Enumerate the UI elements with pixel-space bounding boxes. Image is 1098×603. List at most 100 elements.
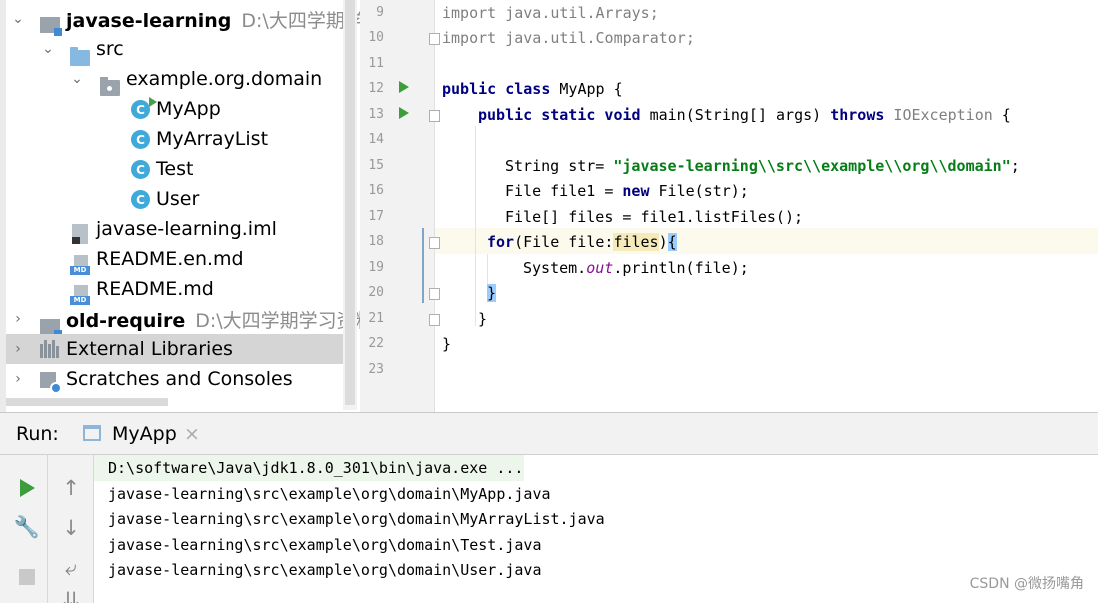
- soft-wrap-button[interactable]: ⤶: [56, 553, 86, 583]
- console-line: javase-learning\src\example\org\domain\T…: [108, 536, 542, 554]
- chevron-right-icon[interactable]: ›: [11, 371, 25, 387]
- down-button[interactable]: ↓: [56, 513, 86, 543]
- vertical-scrollbar[interactable]: [343, 0, 357, 410]
- module-name: old-require: [66, 309, 186, 332]
- line-number: 18: [368, 234, 384, 249]
- chevron-down-icon[interactable]: ⌄: [70, 71, 84, 87]
- class-icon: C: [131, 130, 150, 149]
- play-icon: [19, 479, 35, 497]
- fold-marker-icon[interactable]: [429, 110, 440, 122]
- scrollbar-thumb[interactable]: [345, 0, 355, 405]
- run-tool-window: Run: MyApp × 🔧 ↑ ↓ ⤶ ⇊ D:\software\Java\…: [0, 412, 1098, 603]
- tree-item-myarraylist[interactable]: C MyArrayList: [6, 124, 357, 154]
- module-folder-icon: [40, 319, 62, 338]
- tree-item-label: MyApp: [156, 98, 221, 120]
- chevron-down-icon[interactable]: ⌄: [41, 41, 55, 57]
- console-line: javase-learning\src\example\org\domain\M…: [108, 485, 551, 503]
- code-line: }: [487, 284, 497, 302]
- run-header: Run: MyApp ×: [0, 413, 1098, 455]
- run-class-gutter-icon[interactable]: [399, 81, 409, 93]
- run-toolbar-primary: 🔧: [0, 455, 48, 603]
- arrow-up-icon: ↑: [62, 476, 80, 500]
- libraries-icon: [40, 340, 60, 358]
- close-icon[interactable]: ×: [184, 423, 200, 445]
- fold-marker-icon[interactable]: [429, 33, 440, 45]
- wrench-icon: 🔧: [13, 514, 41, 539]
- code-line: }: [478, 310, 488, 328]
- up-button[interactable]: ↑: [56, 473, 86, 503]
- code-line: File[] files = file1.listFiles();: [505, 208, 804, 226]
- run-tab-label: MyApp: [112, 423, 177, 445]
- console-icon: [83, 425, 101, 441]
- chevron-right-icon[interactable]: ›: [11, 341, 25, 357]
- line-number: 16: [368, 183, 384, 198]
- tree-item-label: javase-learning.iml: [96, 218, 277, 240]
- chevron-right-icon[interactable]: ›: [11, 311, 25, 327]
- line-number: 15: [368, 158, 384, 173]
- settings-button[interactable]: 🔧: [12, 512, 42, 542]
- tree-item-src[interactable]: ⌄ src: [6, 34, 357, 66]
- tree-item-test[interactable]: C Test: [6, 154, 357, 184]
- line-number: 13: [368, 107, 384, 122]
- run-tab-myapp[interactable]: MyApp ×: [66, 413, 214, 455]
- tree-item-javase-learning[interactable]: ⌄ javase-learningD:\大四学期学习资: [6, 4, 360, 36]
- tree-item-label: Test: [156, 158, 194, 180]
- code-editor[interactable]: 9 10 11 12 13 14 15 16 17 18 19 20 21 22…: [360, 0, 1098, 412]
- fold-marker-icon[interactable]: [429, 288, 440, 300]
- line-number: 10: [368, 30, 384, 45]
- tree-item-scratches[interactable]: › Scratches and Consoles: [6, 364, 357, 394]
- scroll-to-end-button[interactable]: ⇊: [56, 585, 86, 603]
- tree-item-label: Scratches and Consoles: [66, 368, 293, 390]
- run-main-gutter-icon[interactable]: [399, 107, 409, 119]
- caret-line-highlight: [360, 228, 1098, 254]
- line-number: 11: [368, 56, 384, 71]
- tree-item-readme-en[interactable]: MD README.en.md: [6, 244, 357, 275]
- rerun-button[interactable]: [12, 473, 42, 503]
- code-line: for(File file:files){: [487, 233, 677, 251]
- tree-item-label: example.org.domain: [126, 68, 323, 90]
- tree-item-label: External Libraries: [66, 338, 233, 360]
- fold-marker-icon[interactable]: [429, 237, 440, 249]
- horizontal-scrollbar[interactable]: [6, 398, 168, 406]
- run-title: Run:: [16, 423, 59, 445]
- run-toolbar-secondary: ↑ ↓ ⤶ ⇊: [48, 455, 94, 603]
- tree-item-package[interactable]: ⌄ example.org.domain: [6, 64, 357, 96]
- console-output[interactable]: D:\software\Java\jdk1.8.0_301\bin\java.e…: [94, 455, 1098, 603]
- tree-item-readme[interactable]: MD README.md: [6, 274, 357, 305]
- line-number: 9: [376, 5, 384, 20]
- tree-item-user[interactable]: C User: [6, 184, 357, 214]
- tree-item-label: src: [96, 38, 124, 60]
- code-line: System.out.println(file);: [523, 259, 749, 277]
- code-line: public static void main(String[] args) t…: [478, 106, 1011, 124]
- project-tool-window: ⌄ javase-learningD:\大四学期学习资 ⌄ src ⌄ exam…: [0, 0, 360, 412]
- line-number: 19: [368, 260, 384, 275]
- line-number: 21: [368, 311, 384, 326]
- tree-item-myapp[interactable]: C MyApp: [6, 94, 357, 124]
- fold-marker-icon[interactable]: [429, 314, 440, 326]
- code-line: File file1 = new File(str);: [505, 182, 749, 200]
- tree-item-label: README.md: [96, 278, 214, 300]
- chevron-down-icon[interactable]: ⌄: [11, 11, 25, 27]
- stop-icon: [19, 569, 35, 585]
- tree-item-old-require[interactable]: › old-require D:\大四学期学习资料\s: [6, 304, 360, 338]
- soft-wrap-icon: ⤶: [65, 555, 77, 580]
- tree-item-iml[interactable]: javase-learning.iml: [6, 214, 357, 244]
- class-icon: C: [131, 160, 150, 179]
- code-line: String str= "javase-learning\\src\\examp…: [505, 157, 1020, 175]
- module-name: javase-learning: [66, 9, 232, 32]
- tree-item-label: README.en.md: [96, 248, 244, 270]
- line-number: 17: [368, 209, 384, 224]
- line-number: 22: [368, 336, 384, 351]
- code-line: public class MyApp {: [442, 80, 623, 98]
- scratches-icon: [40, 372, 62, 394]
- tree-item-external-libraries[interactable]: › External Libraries: [6, 334, 357, 364]
- line-number: 20: [368, 285, 384, 300]
- stop-button[interactable]: [12, 562, 42, 592]
- indent-guide: [475, 126, 476, 326]
- console-line: javase-learning\src\example\org\domain\U…: [108, 561, 542, 579]
- line-number: 14: [368, 132, 384, 147]
- scroll-to-end-icon: ⇊: [62, 588, 80, 603]
- module-path: D:\大四学期学习资料\s: [195, 309, 360, 332]
- module-file-icon: [72, 224, 88, 244]
- markdown-icon: MD: [70, 255, 90, 275]
